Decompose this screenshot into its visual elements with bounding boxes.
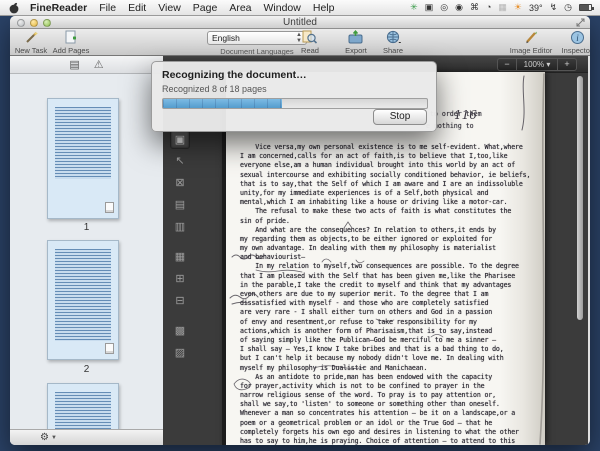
warnings-view-icon[interactable]: ⚠ [94,58,104,71]
menu-items: File Edit View Page Area Window Help [99,2,346,14]
area-tool-strip: ▣ ↖ ⊠ ▤ ▥ ▦ ⊞ ⊟ ▩ ▨ [167,130,193,366]
export-button[interactable]: Export [340,30,372,55]
language-value: English [212,32,240,45]
share-button[interactable]: Share [378,30,408,55]
inspector-icon: i [556,30,590,46]
page-thumbnail-3[interactable] [47,383,119,429]
language-select[interactable]: English ▲▼ [207,31,307,45]
temperature-readout: 39° [529,3,543,13]
thumbnail-text-preview [55,392,111,429]
image-editor-label: Image Editor [510,46,553,55]
add-row-tool[interactable]: ⊞ [170,270,190,289]
copy-icon[interactable]: ▣ [425,3,434,12]
add-pages-label: Add Pages [53,46,90,55]
page-number-label: 1 [10,222,163,233]
export-icon [340,30,372,46]
menu-bar: FineReader File Edit View Page Area Window Hel… [0,0,600,16]
export-label: Export [345,46,367,55]
pages-sidebar: ▤ ⚠ 1 2 ⚙ ▼ [10,56,163,445]
stop-button[interactable]: Stop [373,109,427,125]
select-tool[interactable]: ↖ [170,152,190,171]
thumbnail-list: 1 2 [10,74,163,429]
status-icons-right: ↯◷ [550,3,572,12]
menu-item[interactable]: View [158,2,181,14]
vertical-scrollbar-thumb[interactable] [577,76,583,320]
updater-icon[interactable]: ✳ [410,3,418,12]
dialog-title: Recognizing the document… [162,69,307,81]
zoom-control: − 100% ▾ + [497,58,577,71]
thumbnail-text-preview [55,107,111,179]
status-icons: ✳ ▣ ◎ ◉ ⌘ ◔ ▦ ☀ [410,3,522,12]
zoom-in-button[interactable]: + [557,58,577,71]
menu-item[interactable]: Help [313,2,335,14]
window-title: Untitled [283,17,317,28]
target-icon[interactable]: ◉ [455,3,463,12]
pages-view-icon[interactable]: ▤ [69,58,79,71]
help-icon[interactable]: ◎ [440,3,448,12]
add-pages-icon [52,30,90,46]
fullscreen-icon[interactable] [576,18,585,27]
sidebar-footer: ⚙ ▼ [10,429,163,445]
title-bar: Untitled [10,16,590,29]
grid-tool[interactable]: ▨ [170,344,190,363]
gear-icon[interactable]: ⚙ [40,432,49,443]
menu-item[interactable]: File [99,2,116,14]
apple-menu-icon[interactable] [8,2,20,14]
image-editor-icon [506,30,556,46]
minimize-window-button[interactable] [30,19,38,27]
battery-icon[interactable] [579,4,592,11]
thumbnail-text-preview [55,249,111,341]
gear-dropdown-arrow-icon[interactable]: ▼ [51,435,57,441]
read-icon [296,30,324,46]
inspector-button[interactable]: i Inspector [556,30,590,55]
page-number-label: 2 [10,364,163,375]
delete-area-tool[interactable]: ⊠ [170,174,190,193]
zoom-level-button[interactable]: 100% ▾ [517,58,557,71]
main-toolbar: New Task Add Pages English ▲▼ Document L… [10,29,590,56]
progress-bar [162,98,428,109]
page-status-badge [105,343,114,354]
recognition-progress-dialog: Recognizing the document… Recognized 8 o… [151,61,437,132]
new-task-button[interactable]: New Task [14,30,48,55]
finereader-window: Untitled New Task Add Pages English ▲▼ D… [10,16,590,445]
menu-item[interactable]: Page [193,2,218,14]
spaces-icon[interactable]: ▦ [498,3,507,12]
menu-item[interactable]: Window [264,2,301,14]
rss-icon[interactable]: ↯ [550,3,558,12]
new-task-icon [14,30,48,46]
page-thumbnail-2[interactable] [47,240,119,360]
menu-item[interactable]: Edit [128,2,146,14]
timer-icon[interactable]: ◔ [486,3,491,12]
merge-cells-tool[interactable]: ▩ [170,322,190,341]
progress-bar-fill [163,99,282,108]
table-area-tool[interactable]: ▦ [170,248,190,267]
weather-icon[interactable]: ☀ [514,3,522,12]
page-thumbnail-1[interactable] [47,98,119,219]
add-pages-button[interactable]: Add Pages [52,30,90,55]
page-status-badge [105,202,114,213]
handwritten-page-number: 116 [454,108,477,122]
draw-area-tool[interactable]: ▣ [170,130,190,149]
keychain-icon[interactable]: ⌘ [470,3,479,12]
share-icon [378,30,408,46]
zoom-out-button[interactable]: − [497,58,517,71]
image-area-tool[interactable]: ▥ [170,218,190,237]
read-button[interactable]: Read [296,30,324,55]
language-caption: Document Languages [220,47,293,56]
menu-item[interactable]: Area [229,2,251,14]
new-task-label: New Task [15,46,47,55]
close-window-button[interactable] [17,19,25,27]
text-area-tool[interactable]: ▤ [170,196,190,215]
zoom-window-button[interactable] [43,19,51,27]
sidebar-header: ▤ ⚠ [10,56,163,74]
image-editor-button[interactable]: Image Editor [506,30,556,55]
share-label: Share [383,46,403,55]
read-label: Read [301,46,319,55]
inspector-label: Inspector [562,46,590,55]
split-cells-tool[interactable]: ⊟ [170,292,190,311]
clock-icon[interactable]: ◷ [564,3,572,12]
app-menu[interactable]: FineReader [30,2,87,14]
dialog-status-text: Recognized 8 of 18 pages [162,84,267,94]
